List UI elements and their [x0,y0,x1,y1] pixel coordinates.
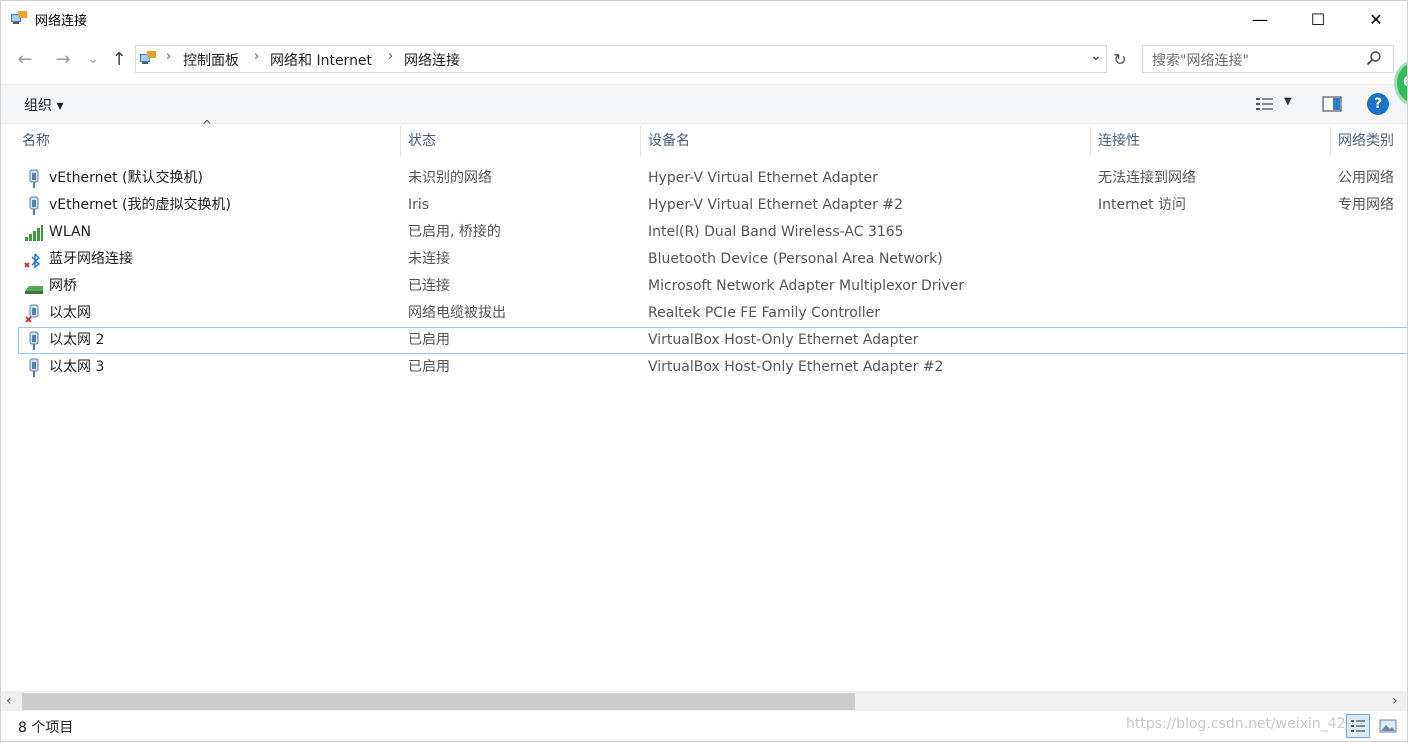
search-placeholder[interactable]: 搜索"网络连接" [1152,50,1249,70]
connection-status: 未识别的网络 [408,170,492,186]
connection-status: 已启用 [408,332,450,348]
connection-connectivity: 无法连接到网络 [1098,170,1196,186]
title-bar [0,0,1408,38]
details-view-button[interactable] [1346,714,1370,738]
details-view-icon[interactable] [1255,96,1275,112]
connection-status: 未连接 [408,251,450,267]
help-button[interactable]: ? [1367,93,1389,115]
connection-device: VirtualBox Host-Only Ethernet Adapter #2 [648,359,944,375]
connection-row[interactable]: 以太网 3 已启用 VirtualBox Host-Only Ethernet … [18,354,1408,381]
search-icon[interactable] [1366,50,1382,66]
column-divider[interactable] [1090,126,1091,156]
control-panel-icon [140,51,156,64]
bluetooth-disconnected-icon [24,253,41,269]
network-bridge-icon [25,286,43,294]
connection-row[interactable]: WLAN 已启用, 桥接的 Intel(R) Dual Band Wireles… [18,219,1408,246]
ethernet-adapter-icon [29,169,39,188]
connection-row[interactable]: 网桥 已连接 Microsoft Network Adapter Multipl… [18,273,1408,300]
up-button[interactable]: ↑ [108,48,130,70]
connection-status: 网络电缆被拔出 [408,305,506,321]
item-count: 8 个项目 [18,720,74,736]
maximize-button[interactable]: ☐ [1289,0,1347,38]
connection-name: 以太网 3 [49,359,105,375]
watermark: https://blog.csdn.net/weixin_42 [1126,716,1346,732]
back-button[interactable]: ← [14,48,36,70]
connection-status: 已启用, 桥接的 [408,224,501,240]
column-header-name[interactable]: 名称 [22,130,50,156]
column-divider[interactable] [400,126,401,156]
connection-device: Microsoft Network Adapter Multiplexor Dr… [648,278,965,294]
ethernet-adapter-icon [29,196,39,215]
wifi-signal-icon [25,225,43,241]
connection-name: vEthernet (我的虚拟交换机) [49,197,231,213]
connection-device: Hyper-V Virtual Ethernet Adapter #2 [648,197,904,213]
connection-name: 蓝牙网络连接 [49,251,133,267]
ethernet-unplugged-icon [25,304,39,323]
breadcrumb-separator[interactable]: › [166,49,171,64]
connection-status: Iris [408,197,430,213]
connection-name: 以太网 2 [49,332,105,348]
column-divider[interactable] [1330,126,1331,156]
ethernet-adapter-icon [29,331,39,350]
details-list-icon [1351,720,1365,732]
preview-pane-icon[interactable] [1322,96,1342,112]
column-divider[interactable] [640,126,641,156]
connection-category: 专用网络 [1338,197,1394,213]
connection-device: Realtek PCIe FE Family Controller [648,305,880,321]
connection-row[interactable]: 以太网 网络电缆被拔出 Realtek PCIe FE Family Contr… [18,300,1408,327]
column-header-device[interactable]: 设备名 [648,130,690,156]
connection-row[interactable]: 蓝牙网络连接 未连接 Bluetooth Device (Personal Ar… [18,246,1408,273]
connection-name: WLAN [49,224,92,240]
organize-menu[interactable]: 组织 ▾ [24,95,63,115]
network-connections-icon [11,11,27,24]
connection-status: 已连接 [408,278,450,294]
refresh-button[interactable]: ↻ [1108,45,1132,73]
breadcrumb-separator[interactable]: › [388,49,393,64]
breadcrumb-control-panel[interactable]: 控制面板 [183,50,239,70]
connection-device: Intel(R) Dual Band Wireless-AC 3165 [648,224,904,240]
address-dropdown-button[interactable]: ⌄ [1090,48,1102,64]
scroll-right-button[interactable]: › [1392,693,1398,709]
view-dropdown-button[interactable]: ▼ [1284,96,1292,107]
connection-device: Bluetooth Device (Personal Area Network) [648,251,943,267]
column-header-connectivity[interactable]: 连接性 [1098,130,1140,156]
scroll-left-button[interactable]: ‹ [6,693,12,709]
close-button[interactable]: ✕ [1347,0,1405,38]
connection-row[interactable]: vEthernet (默认交换机) 未识别的网络 Hyper-V Virtual… [18,165,1408,192]
connection-category: 公用网络 [1338,170,1394,186]
connection-connectivity: Internet 访问 [1098,197,1187,213]
connection-row-selected[interactable]: 以太网 2 已启用 VirtualBox Host-Only Ethernet … [18,327,1408,354]
column-header-status[interactable]: 状态 [408,130,436,156]
scrollbar-thumb[interactable] [22,693,855,710]
breadcrumb-network-internet[interactable]: 网络和 Internet [270,50,372,70]
connection-device: Hyper-V Virtual Ethernet Adapter [648,170,878,186]
connection-row[interactable]: vEthernet (我的虚拟交换机) Iris Hyper-V Virtual… [18,192,1408,219]
sort-ascending-icon: ^ [202,118,213,132]
connection-status: 已启用 [408,359,450,375]
large-icons-view-icon[interactable] [1378,716,1398,736]
recent-locations-button[interactable]: ⌄ [82,48,104,70]
column-header-category[interactable]: 网络类别 [1338,130,1394,156]
breadcrumb-network-connections[interactable]: 网络连接 [404,50,460,70]
minimize-button[interactable]: — [1231,0,1289,38]
connection-name: vEthernet (默认交换机) [49,170,203,186]
ethernet-adapter-icon [29,358,39,377]
window-title: 网络连接 [35,14,88,29]
breadcrumb-separator[interactable]: › [254,49,259,64]
connection-name: 网桥 [49,278,77,294]
forward-button[interactable]: → [52,48,74,70]
connection-name: 以太网 [49,305,91,321]
connection-device: VirtualBox Host-Only Ethernet Adapter [648,332,919,348]
